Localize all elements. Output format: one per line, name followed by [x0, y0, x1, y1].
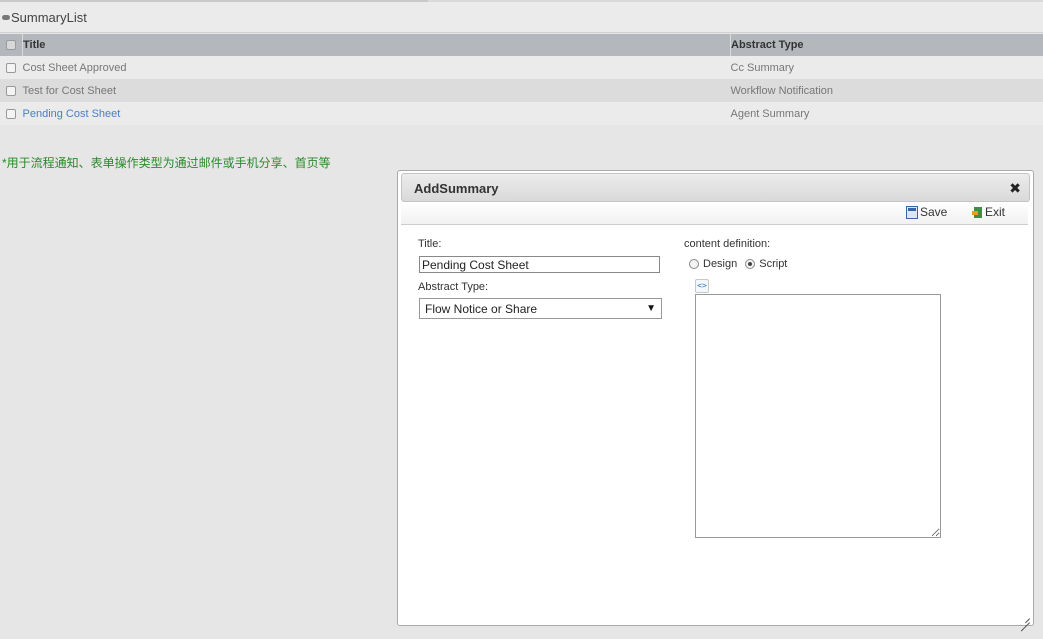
summary-list-title: SummaryList — [11, 9, 87, 25]
design-radio[interactable] — [689, 259, 699, 269]
column-header-title[interactable]: Title — [22, 34, 731, 56]
row-checkbox-cell — [0, 79, 23, 102]
usage-note: *用于流程通知、表单操作类型为通过邮件或手机分享、首页等 — [2, 156, 331, 170]
exit-label: Exit — [985, 205, 1006, 219]
code-icon[interactable]: <> — [695, 279, 709, 293]
select-all-checkbox[interactable] — [6, 40, 16, 51]
row-checkbox[interactable] — [6, 62, 16, 73]
title-field-label: Title: — [418, 238, 442, 250]
row-title[interactable]: Cost Sheet Approved — [22, 56, 731, 79]
exit-icon — [972, 206, 983, 218]
dialog-header[interactable]: AddSummary ✖ — [401, 173, 1030, 202]
design-radio-label[interactable]: Design — [703, 258, 737, 270]
chevron-down-icon: ▼ — [646, 303, 656, 314]
close-icon[interactable]: ✖ — [1009, 180, 1021, 197]
row-checkbox-cell — [0, 102, 23, 125]
row-abstract-type: Workflow Notification — [730, 79, 1043, 102]
table-row[interactable]: Cost Sheet Approved Cc Summary — [0, 56, 1043, 79]
add-summary-dialog: AddSummary ✖ Save Exit Title: Abstract T… — [397, 170, 1034, 626]
row-abstract-type: Cc Summary — [730, 56, 1043, 79]
table-header-row: Title Abstract Type — [0, 34, 1043, 56]
save-button[interactable]: Save — [906, 205, 947, 219]
script-radio-label[interactable]: Script — [759, 258, 787, 270]
row-checkbox[interactable] — [6, 85, 16, 96]
resize-grip-icon[interactable] — [1020, 613, 1030, 623]
select-all-cell — [0, 34, 23, 56]
row-checkbox[interactable] — [6, 108, 16, 119]
script-textarea[interactable] — [695, 294, 941, 538]
row-abstract-type: Agent Summary — [730, 102, 1043, 125]
row-checkbox-cell — [0, 56, 23, 79]
script-radio[interactable] — [745, 259, 756, 269]
content-definition-label: content definition: — [684, 238, 771, 250]
exit-button[interactable]: Exit — [972, 205, 1005, 219]
dialog-toolbar: Save Exit — [401, 202, 1028, 225]
dialog-title: AddSummary — [414, 181, 499, 196]
title-input[interactable] — [419, 256, 660, 273]
row-title[interactable]: Test for Cost Sheet — [22, 79, 731, 102]
abstract-type-value: Flow Notice or Share — [425, 301, 538, 316]
table-row[interactable]: Test for Cost Sheet Workflow Notificatio… — [0, 79, 1043, 102]
content-definition-options: Design Script — [689, 258, 787, 270]
summary-table: Title Abstract Type Cost Sheet Approved … — [0, 34, 1043, 125]
save-label: Save — [920, 205, 948, 219]
column-header-abstract-type[interactable]: Abstract Type — [730, 34, 1043, 56]
table-row[interactable]: Pending Cost Sheet Agent Summary — [0, 102, 1043, 125]
save-icon — [906, 205, 918, 219]
abstract-type-select[interactable]: Flow Notice or Share ▼ — [419, 298, 662, 319]
abstract-type-label: Abstract Type: — [418, 281, 489, 293]
collapse-toggle-icon[interactable] — [2, 14, 10, 20]
row-title-link-text[interactable]: Pending Cost Sheet — [23, 108, 121, 120]
row-title-link[interactable]: Pending Cost Sheet — [22, 102, 731, 125]
summary-list-header: SummaryList — [0, 2, 1043, 33]
